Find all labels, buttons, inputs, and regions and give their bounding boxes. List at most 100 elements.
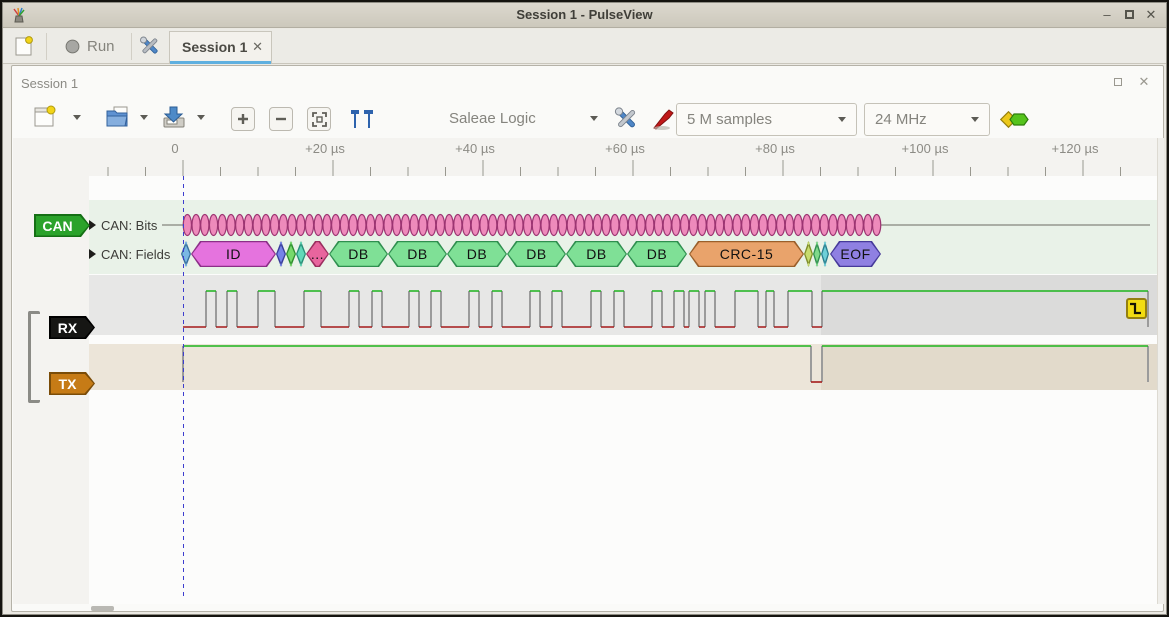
row-label-can-bits[interactable]: CAN: Bits: [101, 218, 157, 233]
session-window-title: Session 1: [21, 76, 78, 91]
tx-band-post-trigger: [821, 344, 1157, 390]
float-window-icon[interactable]: [1109, 74, 1127, 89]
main-toolbar: Run Session 1 ✕: [3, 29, 1166, 64]
ruler-label: 0: [171, 141, 178, 156]
sample-rate-value: 24 MHz: [875, 111, 927, 128]
ruler-label: +120 µs: [1052, 141, 1099, 156]
decoder-field: DB: [507, 241, 566, 267]
show-cursors-icon[interactable]: [349, 107, 375, 131]
sample-rate-combo[interactable]: 24 MHz: [864, 103, 990, 136]
decoder-field: DB: [388, 241, 447, 267]
tab-label: Session 1: [182, 39, 247, 55]
main-window: Session 1 - PulseView – ✕ Run Session 1: [2, 2, 1167, 615]
add-decoder-icon[interactable]: [1000, 110, 1032, 130]
zoom-in-button[interactable]: [231, 107, 255, 131]
decoder-field: [813, 241, 821, 267]
sample-count-value: 5 M samples: [687, 111, 772, 128]
run-label: Run: [87, 38, 115, 55]
open-file-icon[interactable]: [104, 103, 132, 131]
decoder-field: [821, 241, 829, 267]
maximize-button[interactable]: [1118, 6, 1140, 24]
channel-tag-label: RX: [49, 316, 86, 339]
new-view-dropdown-icon[interactable]: [73, 115, 81, 120]
decoder-field-label: [821, 241, 829, 267]
expander-can-fields-icon[interactable]: [89, 249, 96, 259]
tab-active-underline: [170, 61, 271, 64]
decoder-field: [804, 241, 813, 267]
sample-count-combo[interactable]: 5 M samples: [676, 103, 857, 136]
channel-tag-rx[interactable]: RX: [49, 316, 95, 339]
channels-probe-icon[interactable]: [650, 105, 677, 132]
save-dropdown-icon[interactable]: [197, 115, 205, 120]
decoder-field-label: EOF: [830, 241, 881, 267]
decoder-field-label: DB: [388, 241, 447, 267]
decoder-field-label: [296, 241, 306, 267]
decoder-field-label: DB: [627, 241, 687, 267]
plus-icon: [236, 112, 250, 126]
ruler-label: +100 µs: [902, 141, 949, 156]
decoder-field: [296, 241, 306, 267]
ruler-label: +20 µs: [305, 141, 345, 156]
decoder-field-label: DB: [507, 241, 566, 267]
decoder-field: CRC-15: [689, 241, 804, 267]
zoom-fit-button[interactable]: [307, 107, 331, 131]
decoder-field-label: [804, 241, 813, 267]
tab-close-icon[interactable]: ✕: [252, 39, 263, 55]
decoder-field: DB: [566, 241, 627, 267]
minus-icon: [274, 112, 288, 126]
device-selector[interactable]: Saleae Logic: [449, 110, 536, 127]
decoder-field-label: DB: [447, 241, 507, 267]
save-file-icon[interactable]: [160, 103, 188, 131]
channel-tag-tx[interactable]: TX: [49, 372, 95, 395]
open-dropdown-icon[interactable]: [140, 115, 148, 120]
settings-wrench-icon[interactable]: [139, 35, 161, 57]
decoder-tag-label: CAN: [34, 214, 81, 237]
decoder-field-label: [286, 241, 296, 267]
rx-band-post-trigger: [821, 275, 1157, 335]
ruler-label: +80 µs: [755, 141, 795, 156]
toolbar-separator: [46, 33, 47, 60]
ruler-label: +40 µs: [455, 141, 495, 156]
vertical-scrollbar[interactable]: [1157, 138, 1164, 604]
decoder-field: ...: [306, 241, 329, 267]
decoder-field-label: DB: [566, 241, 627, 267]
fit-corners-icon: [312, 112, 327, 127]
ruler-labels: 0+20 µs+40 µs+60 µs+80 µs+100 µs+120 µs: [4, 138, 1164, 162]
new-session-icon[interactable]: [13, 35, 35, 57]
device-dropdown-icon[interactable]: [590, 116, 598, 121]
channel-tag-label: TX: [49, 372, 86, 395]
session-window: Session 1 ✕: [11, 65, 1164, 612]
decoder-field: [286, 241, 296, 267]
title-bar: Session 1 - PulseView – ✕: [3, 3, 1166, 28]
decoder-field-label: DB: [329, 241, 388, 267]
run-button[interactable]: Run: [55, 32, 125, 61]
toolbar-separator: [131, 33, 132, 60]
sample-rate-dropdown-icon: [971, 117, 979, 122]
time-zero-cursor[interactable]: [183, 176, 184, 596]
channel-group-bracket[interactable]: [28, 311, 40, 403]
decoder-field: EOF: [830, 241, 881, 267]
decoder-field-label: [813, 241, 821, 267]
session-close-icon[interactable]: ✕: [1135, 74, 1153, 90]
new-view-icon[interactable]: [32, 104, 58, 130]
sample-count-dropdown-icon: [838, 117, 846, 122]
minimize-button[interactable]: –: [1096, 6, 1118, 24]
close-button[interactable]: ✕: [1140, 6, 1162, 24]
decoder-field: [276, 241, 286, 267]
trigger-marker-falling-edge-icon[interactable]: [1126, 298, 1147, 319]
decoder-field: DB: [329, 241, 388, 267]
expander-can-bits-icon[interactable]: [89, 220, 96, 230]
decoder-field-label: ...: [306, 241, 329, 267]
decoder-field: DB: [447, 241, 507, 267]
tab-session-1[interactable]: Session 1 ✕: [169, 31, 272, 64]
run-state-icon: [65, 39, 80, 54]
decoder-field-label: ID: [191, 241, 276, 267]
decoder-tag-can[interactable]: CAN: [34, 214, 90, 237]
row-label-can-fields[interactable]: CAN: Fields: [101, 247, 170, 262]
decoder-field-label: [276, 241, 286, 267]
decoder-field: ID: [191, 241, 276, 267]
configure-device-icon[interactable]: [613, 105, 640, 132]
decoder-field-label: CRC-15: [689, 241, 804, 267]
horizontal-scrollbar-thumb[interactable]: [91, 606, 114, 611]
zoom-out-button[interactable]: [269, 107, 293, 131]
